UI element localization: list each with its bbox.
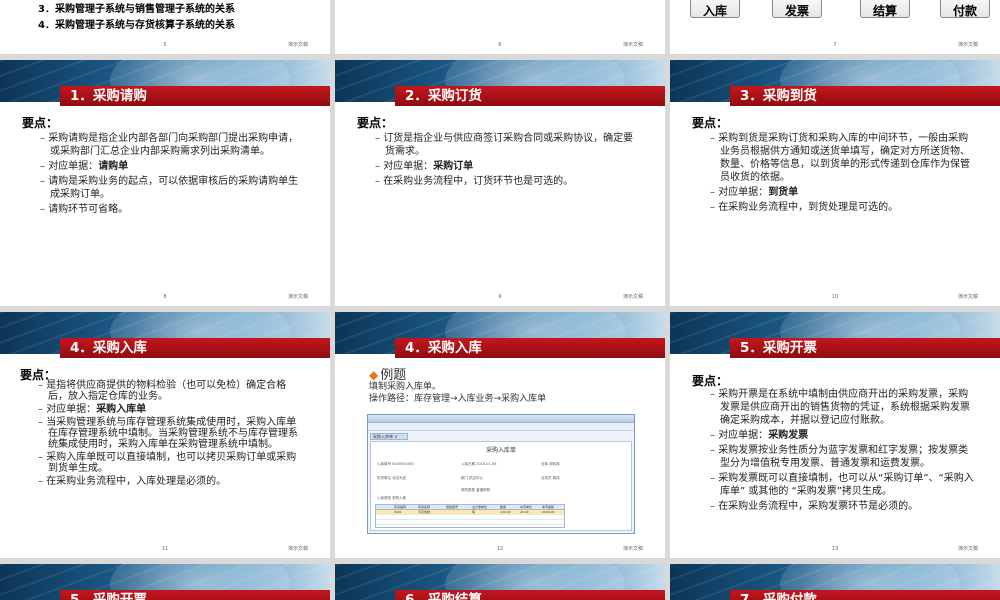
list-item: 在采购业务流程中，订货环节也是可选的。 (373, 175, 643, 188)
slide-number: 9 (498, 294, 502, 300)
slide-title: 5．采购开票 (60, 590, 330, 600)
form-row: 入库类别 采购入库 (377, 496, 407, 500)
slide-watermark: 演示文稿 (287, 42, 308, 48)
slide-5[interactable]: 3．采购管理子系统与销售管理子系统的关系 4．采购管理子系统与存货核算子系统的关… (0, 0, 330, 54)
slide-16[interactable]: 7．采购付款 (670, 564, 1000, 600)
form-table: 存货编码 存货名称 规格型号 主计量单位 数量 本币单价 本币金额 0001 不… (375, 504, 565, 528)
form-row: 采购类型 普通采购 (461, 488, 491, 492)
slide-number: 8 (163, 294, 167, 300)
slide-5-list: 3．采购管理子系统与销售管理子系统的关系 4．采购管理子系统与存货核算子系统的关… (38, 2, 235, 34)
example-line: 填制采购入库单。 (369, 382, 442, 392)
list-item: 在采购业务流程中，到货处理是可选的。 (708, 201, 978, 214)
slide-6[interactable]: 6 演示文稿 (335, 0, 665, 54)
key-points-heading: 要点： (692, 116, 729, 130)
slide-11[interactable]: 4．采购入库 要点： 是指将供应商提供的物料检验（也可以免检）确定合格后，放入指… (0, 312, 330, 558)
key-points-list: 是指将供应商提供的物料检验（也可以免检）确定合格后，放入指定仓库的业务。 对应单… (36, 380, 306, 489)
key-points-heading: 要点： (22, 116, 59, 130)
slide-watermark: 演示文稿 (957, 546, 978, 552)
software-screenshot: 采购入库单 × 采购入库单 入库单号 0000000001 入库日期 2016-… (367, 414, 635, 534)
table-row: 0001 不定性物 吨 100.00 20.00 2000.00 (376, 510, 564, 515)
process-box-settle: 结算 (860, 0, 910, 18)
slide-watermark: 演示文稿 (622, 546, 643, 552)
slide-watermark: 演示文稿 (287, 546, 308, 552)
list-item: 4．采购管理子系统与存货核算子系统的关系 (38, 20, 235, 31)
example-line: 操作路径：库存管理→入库业务→采购入库单 (369, 394, 547, 404)
key-points-heading: 要点： (692, 374, 729, 388)
slide-title: 5．采购开票 (730, 338, 1000, 358)
table-row (376, 520, 564, 525)
slide-14[interactable]: 5．采购开票 (0, 564, 330, 600)
list-item: 对应单据：请购单 (38, 160, 308, 173)
slide-title: 3．采购到货 (730, 86, 1000, 106)
slide-15[interactable]: 6．采购结算 (335, 564, 665, 600)
slide-watermark: 演示文稿 (957, 294, 978, 300)
key-points-list: 采购开票是在系统中填制由供应商开出的采购发票，采购发票是供应商开出的销售货物的凭… (708, 388, 978, 515)
slide-watermark: 演示文稿 (287, 294, 308, 300)
slide-number: 5 (163, 42, 167, 48)
diamond-bullet-icon: ◆ (369, 368, 379, 382)
list-item: 对应单据：采购入库单 (36, 404, 306, 415)
process-box-invoice: 发票 (772, 0, 822, 18)
slide-number: 10 (831, 294, 839, 300)
slide-9[interactable]: 2．采购订货 要点： 订货是指企业与供应商签订采购合同或采购协议，确定要货需求。… (335, 60, 665, 306)
key-points-heading: 要点： (357, 116, 394, 130)
list-item: 采购发票按业务性质分为蓝字发票和红字发票；按发票类型分为增值税专用发票、普通发票… (708, 444, 978, 470)
screenshot-toolbar-secondary (368, 423, 634, 431)
slide-title: 1．采购请购 (60, 86, 330, 106)
slide-8[interactable]: 1．采购请购 要点： 采购请购是指企业内部各部门向采购部门提出采购申请，或采购部… (0, 60, 330, 306)
slide-number: 7 (833, 42, 837, 48)
slide-title: 2．采购订货 (395, 86, 665, 106)
slide-number: 11 (161, 546, 169, 552)
list-item: 采购到货是采购订货和采购入库的中间环节，一般由采购业务员根据供方通知或送货单填写… (708, 132, 978, 184)
list-item: 在采购业务流程中，入库处理是必须的。 (36, 476, 306, 487)
screenshot-tab: 采购入库单 × (370, 433, 408, 440)
list-item: 对应单据：采购订单 (373, 160, 643, 173)
list-item: 采购开票是在系统中填制由供应商开出的采购发票，采购发票是供应商开出的销售货物的凭… (708, 388, 978, 427)
process-box-payment: 付款 (940, 0, 990, 18)
slide-watermark: 演示文稿 (622, 294, 643, 300)
list-item: 对应单据：到货单 (708, 186, 978, 199)
slide-13[interactable]: 5．采购开票 要点： 采购开票是在系统中填制由供应商开出的采购发票，采购发票是供… (670, 312, 1000, 558)
screenshot-form: 采购入库单 入库单号 0000000001 入库日期 2016-01-06 仓库… (370, 441, 632, 531)
key-points-list: 采购请购是指企业内部各部门向采购部门提出采购申请，或采购部门汇总企业内部采购需求… (38, 132, 308, 218)
list-item: 订货是指企业与供应商签订采购合同或采购协议，确定要货需求。 (373, 132, 643, 158)
list-item: 采购入库单既可以直接填制，也可以拷贝采购订单或采购到货单生成。 (36, 452, 306, 474)
form-row: 入库单号 0000000001 入库日期 2016-01-06 仓库 材料库 (377, 462, 560, 466)
slide-sorter-grid: 3．采购管理子系统与销售管理子系统的关系 4．采购管理子系统与存货核算子系统的关… (0, 0, 1000, 600)
screenshot-toolbar (368, 415, 634, 423)
list-item: 对应单据：采购发票 (708, 429, 978, 442)
key-points-list: 采购到货是采购订货和采购入库的中间环节，一般由采购业务员根据供方通知或送货单填写… (708, 132, 978, 216)
slide-number: 13 (831, 546, 839, 552)
slide-10[interactable]: 3．采购到货 要点： 采购到货是采购订货和采购入库的中间环节，一般由采购业务员根… (670, 60, 1000, 306)
slide-watermark: 演示文稿 (957, 42, 978, 48)
key-points-list: 订货是指企业与供应商签订采购合同或采购协议，确定要货需求。 对应单据：采购订单 … (373, 132, 643, 190)
list-item: 是指将供应商提供的物料检验（也可以免检）确定合格后，放入指定仓库的业务。 (36, 380, 306, 402)
slide-number: 6 (498, 42, 502, 48)
slide-title: 4．采购入库 (395, 338, 665, 358)
example-text: 填制采购入库单。 操作路径：库存管理→入库业务→采购入库单 (369, 381, 546, 405)
slide-title: 6．采购结算 (395, 590, 665, 600)
slide-title: 4．采购入库 (60, 338, 330, 358)
list-item: 请购是采购业务的起点，可以依据审核后的采购请购单生成采购订单。 (38, 175, 308, 201)
slide-7[interactable]: 入库 发票 结算 付款 7 演示文稿 (670, 0, 1000, 54)
list-item: 当采购管理系统与库存管理系统集成使用时，采购入库单在库存管理系统中填制。当采购管… (36, 417, 306, 450)
form-title: 采购入库单 (485, 447, 516, 454)
list-item: 采购发票既可以直接填制，也可以从“采购订单”、“采购入库单” 或其他的 “采购发… (708, 472, 978, 498)
list-item: 在采购业务流程中，采购发票环节是必须的。 (708, 500, 978, 513)
list-item: 采购请购是指企业内部各部门向采购部门提出采购申请，或采购部门汇总企业内部采购需求… (38, 132, 308, 158)
slide-title: 7．采购付款 (730, 590, 1000, 600)
process-box-inbound: 入库 (690, 0, 740, 18)
slide-number: 12 (496, 546, 504, 552)
list-item: 3．采购管理子系统与销售管理子系统的关系 (38, 4, 235, 15)
list-item: 请购环节可省略。 (38, 203, 308, 216)
slide-12[interactable]: 4．采购入库 ◆ 例题 填制采购入库单。 操作路径：库存管理→入库业务→采购入库单… (335, 312, 665, 558)
slide-watermark: 演示文稿 (622, 42, 643, 48)
form-row: 供货单位 北京天宏 部门 供应中心 业务员 周伟 (377, 476, 560, 480)
